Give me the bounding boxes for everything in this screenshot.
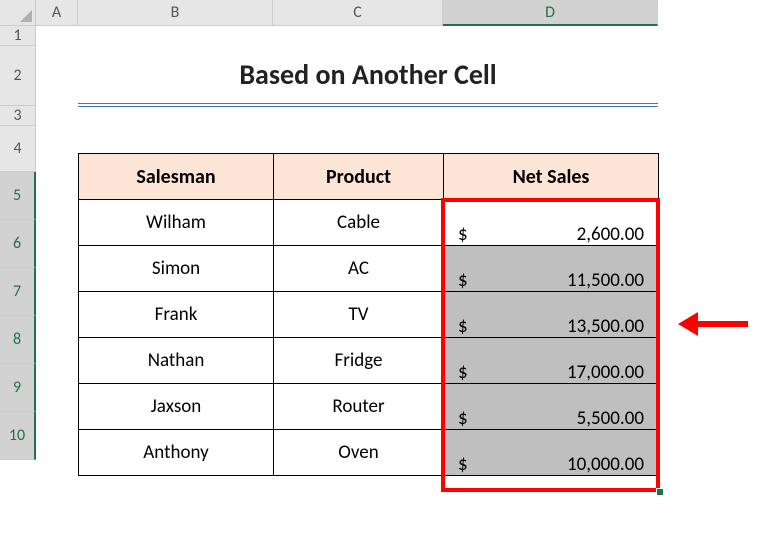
amount-value: 17,000.00	[567, 361, 644, 384]
cell-salesman[interactable]: Frank	[79, 292, 274, 338]
row-header-4[interactable]: 4	[0, 126, 36, 172]
currency-symbol: $	[458, 269, 468, 292]
cell-salesman[interactable]: Nathan	[79, 338, 274, 384]
row-header-6[interactable]: 6	[0, 220, 36, 268]
row-header-5[interactable]: 5	[0, 172, 36, 220]
table-row: FrankTV$13,500.00	[79, 292, 659, 338]
cell-salesman[interactable]: Anthony	[79, 430, 274, 476]
currency-symbol: $	[458, 361, 468, 384]
cell-product[interactable]: TV	[274, 292, 444, 338]
cell-netsales[interactable]: $2,600.00	[444, 200, 659, 246]
amount-value: 2,600.00	[577, 223, 644, 246]
row-header-3[interactable]: 3	[0, 106, 36, 126]
amount-value: 11,500.00	[567, 269, 644, 292]
cell-salesman[interactable]: Jaxson	[79, 384, 274, 430]
col-header-C[interactable]: C	[273, 0, 443, 26]
row-headers: 12345678910	[0, 26, 36, 460]
title-text: Based on Another Cell	[239, 57, 496, 92]
cell-netsales[interactable]: $5,500.00	[444, 384, 659, 430]
row-header-1[interactable]: 1	[0, 26, 36, 46]
title-cell[interactable]: Based on Another Cell	[78, 45, 658, 107]
col-header-A[interactable]: A	[36, 0, 78, 26]
table-row: JaxsonRouter$5,500.00	[79, 384, 659, 430]
header-product[interactable]: Product	[274, 154, 444, 200]
cell-salesman[interactable]: Wilham	[79, 200, 274, 246]
cell-netsales[interactable]: $13,500.00	[444, 292, 659, 338]
select-all-corner[interactable]	[0, 0, 36, 26]
arrow-annotation	[678, 312, 748, 336]
cell-salesman[interactable]: Simon	[79, 246, 274, 292]
cell-product[interactable]: Cable	[274, 200, 444, 246]
cell-netsales[interactable]: $11,500.00	[444, 246, 659, 292]
cell-product[interactable]: AC	[274, 246, 444, 292]
table-row: WilhamCable$2,600.00	[79, 200, 659, 246]
selection-handle[interactable]	[656, 488, 664, 496]
row-header-2[interactable]: 2	[0, 46, 36, 106]
table-row: SimonAC$11,500.00	[79, 246, 659, 292]
row-header-10[interactable]: 10	[0, 412, 36, 460]
cell-netsales[interactable]: $17,000.00	[444, 338, 659, 384]
table-row: NathanFridge$17,000.00	[79, 338, 659, 384]
amount-value: 10,000.00	[567, 453, 644, 476]
cell-product[interactable]: Oven	[274, 430, 444, 476]
row-header-7[interactable]: 7	[0, 268, 36, 316]
currency-symbol: $	[458, 407, 468, 430]
col-header-D[interactable]: D	[443, 0, 658, 26]
cell-product[interactable]: Fridge	[274, 338, 444, 384]
currency-symbol: $	[458, 315, 468, 338]
arrow-head-icon	[678, 312, 698, 336]
cell-netsales[interactable]: $10,000.00	[444, 430, 659, 476]
row-header-9[interactable]: 9	[0, 364, 36, 412]
row-header-8[interactable]: 8	[0, 316, 36, 364]
header-salesman[interactable]: Salesman	[79, 154, 274, 200]
table-row: AnthonyOven$10,000.00	[79, 430, 659, 476]
arrow-line	[698, 321, 748, 327]
amount-value: 5,500.00	[577, 407, 644, 430]
column-headers: ABCD	[36, 0, 658, 26]
cell-product[interactable]: Router	[274, 384, 444, 430]
col-header-B[interactable]: B	[78, 0, 273, 26]
data-table: Salesman Product Net Sales WilhamCable$2…	[78, 153, 659, 476]
header-netsales[interactable]: Net Sales	[444, 154, 659, 200]
currency-symbol: $	[458, 453, 468, 476]
amount-value: 13,500.00	[567, 315, 644, 338]
currency-symbol: $	[458, 223, 468, 246]
